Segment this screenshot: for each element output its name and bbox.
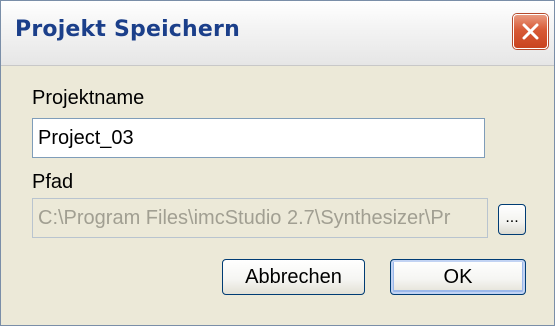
cancel-button[interactable]: Abbrechen — [222, 259, 365, 295]
close-icon — [522, 23, 539, 40]
path-input: C:\Program Files\imcStudio 2.7\Synthesiz… — [32, 198, 488, 238]
save-project-dialog: Projekt Speichern Projektname Project_03… — [0, 0, 555, 326]
ok-button[interactable]: OK — [390, 259, 526, 295]
title-bar[interactable]: Projekt Speichern — [1, 1, 554, 66]
dialog-title: Projekt Speichern — [15, 17, 240, 42]
close-button[interactable] — [513, 14, 548, 49]
path-label: Pfad — [32, 171, 74, 193]
project-name-input[interactable]: Project_03 — [32, 118, 485, 158]
project-name-label: Projektname — [32, 87, 145, 109]
browse-button[interactable]: ... — [498, 204, 526, 235]
